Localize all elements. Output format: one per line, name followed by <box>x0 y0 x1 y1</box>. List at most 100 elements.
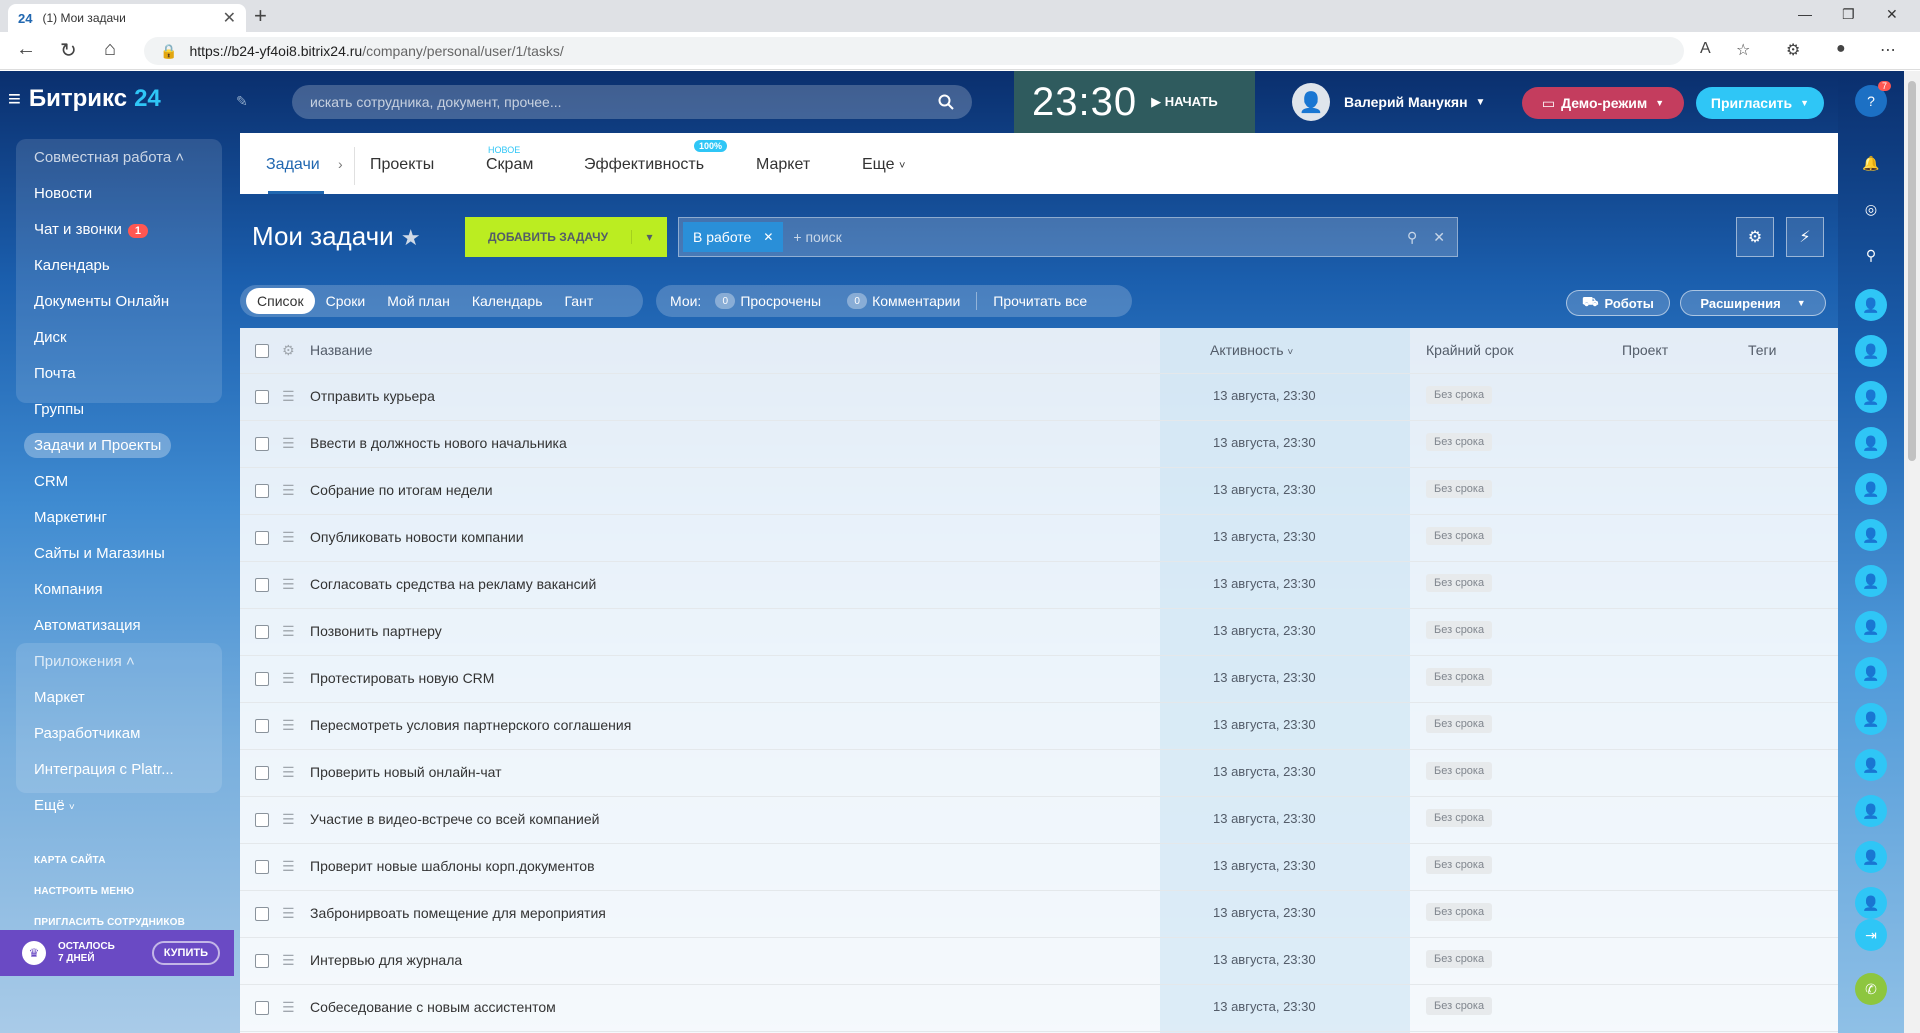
table-row[interactable]: ☰ Протестировать новую CRM 13 августа, 23:… <box>240 656 1838 703</box>
favorites-icon[interactable]: ☆ <box>1736 40 1750 60</box>
table-row[interactable]: ☰ Интервью для журнала 13 августа, 23:30 Бе… <box>240 938 1838 985</box>
comments-filter[interactable]: Комментарии <box>872 293 960 309</box>
rail-contact-avatar-icon[interactable]: 👤 <box>1855 473 1887 505</box>
task-deadline-badge[interactable]: Без срока <box>1426 809 1493 827</box>
add-task-dropdown-icon[interactable]: ▾ <box>631 230 667 244</box>
menu-group-header-collab[interactable]: Совместная работа ˄ <box>34 149 184 166</box>
close-tab-icon[interactable]: ✕ <box>223 8 236 28</box>
menu-item-sites[interactable]: Сайты и Магазины <box>34 545 165 562</box>
user-menu[interactable]: 👤 Валерий Манукян ▼ <box>1292 83 1485 121</box>
menu-item-news[interactable]: Новости <box>34 185 92 202</box>
task-name-link[interactable]: Ввести в должность нового начальника <box>310 435 567 451</box>
rail-contact-avatar-icon[interactable]: 👤 <box>1855 795 1887 827</box>
col-deadline-header[interactable]: Крайний срок <box>1426 342 1514 358</box>
extensions-button[interactable]: Расширения ▼ <box>1680 290 1826 316</box>
scrollbar-thumb[interactable] <box>1908 81 1916 461</box>
phone-icon[interactable]: ✆ <box>1855 973 1887 1005</box>
view-myplan[interactable]: Мой план <box>376 293 461 309</box>
row-menu-icon[interactable]: ☰ <box>282 529 295 546</box>
rail-search-icon[interactable]: ⚲ <box>1855 239 1887 271</box>
table-row[interactable]: ☰ Проверить новый онлайн-чат 13 августа, 2… <box>240 750 1838 797</box>
extensions-icon[interactable]: ⚙ <box>1786 40 1800 60</box>
new-tab-icon[interactable]: + <box>254 3 267 29</box>
task-deadline-badge[interactable]: Без срока <box>1426 668 1493 686</box>
close-window-icon[interactable]: ✕ <box>1886 6 1898 23</box>
robots-button[interactable]: ⛟ Роботы <box>1566 290 1670 316</box>
task-name-link[interactable]: Забронирвоать помещение для мероприятия <box>310 905 606 921</box>
task-name-link[interactable]: Собеседование с новым ассистентом <box>310 999 556 1015</box>
rail-contact-avatar-icon[interactable]: 👤 <box>1855 749 1887 781</box>
rail-contact-avatar-icon[interactable]: 👤 <box>1855 381 1887 413</box>
row-checkbox[interactable] <box>255 672 269 686</box>
task-name-link[interactable]: Позвонить партнеру <box>310 623 442 639</box>
task-name-link[interactable]: Протестировать новую CRM <box>310 670 494 686</box>
view-deadlines[interactable]: Сроки <box>315 293 377 309</box>
rail-contact-avatar-icon[interactable]: 👤 <box>1855 657 1887 689</box>
start-workday-button[interactable]: ▶ НАЧАТЬ <box>1151 94 1218 110</box>
tab-scrum[interactable]: Скрам <box>486 156 533 174</box>
back-icon[interactable]: ← <box>16 38 36 61</box>
row-checkbox[interactable] <box>255 813 269 827</box>
clear-filter-icon[interactable]: ✕ <box>1433 229 1445 246</box>
menu-item-disk[interactable]: Диск <box>34 329 67 346</box>
table-row[interactable]: ☰ Ввести в должность нового начальника 13 … <box>240 421 1838 468</box>
row-checkbox[interactable] <box>255 578 269 592</box>
view-list[interactable]: Список <box>246 288 315 314</box>
menu-item-market[interactable]: Маркет <box>34 689 85 706</box>
row-checkbox[interactable] <box>255 437 269 451</box>
row-checkbox[interactable] <box>255 390 269 404</box>
home-icon[interactable]: ⌂ <box>104 38 116 61</box>
tab-more[interactable]: Еще ˅ <box>862 156 905 174</box>
row-menu-icon[interactable]: ☰ <box>282 717 295 734</box>
rail-contact-avatar-icon[interactable]: 👤 <box>1855 887 1887 919</box>
help-icon[interactable]: ? 7 <box>1855 81 1891 117</box>
page-scrollbar[interactable] <box>1904 71 1920 1033</box>
row-checkbox[interactable] <box>255 954 269 968</box>
task-name-link[interactable]: Интервью для журнала <box>310 952 462 968</box>
tab-projects[interactable]: Проекты <box>370 156 434 174</box>
task-name-link[interactable]: Участие в видео-встрече со всей компание… <box>310 811 599 827</box>
filter-search-input[interactable]: В работе ✕ + поиск ⚲ ✕ <box>678 217 1458 257</box>
notifications-bell-icon[interactable]: 🔔 <box>1855 147 1887 179</box>
row-menu-icon[interactable]: ☰ <box>282 623 295 640</box>
chat-list-icon[interactable]: ◎ <box>1855 193 1887 225</box>
table-row[interactable]: ☰ Собеседование с новым ассистентом 13 авг… <box>240 985 1838 1032</box>
task-deadline-badge[interactable]: Без срока <box>1426 574 1493 592</box>
row-menu-icon[interactable]: ☰ <box>282 764 295 781</box>
table-row[interactable]: ☰ Проверит новые шаблоны корп.документов 1… <box>240 844 1838 891</box>
address-bar[interactable]: 🔒 https://b24-yf4oi8.bitrix24.ru/company… <box>144 37 1684 65</box>
demo-mode-button[interactable]: ▭ Демо-режим ▼ <box>1522 87 1684 119</box>
task-deadline-badge[interactable]: Без срока <box>1426 386 1493 404</box>
read-all-button[interactable]: Прочитать все <box>993 293 1087 309</box>
menu-item-docs[interactable]: Документы Онлайн <box>34 293 169 310</box>
row-checkbox[interactable] <box>255 860 269 874</box>
row-menu-icon[interactable]: ☰ <box>282 905 295 922</box>
rail-contact-avatar-icon[interactable]: 👤 <box>1855 427 1887 459</box>
browser-menu-icon[interactable]: ⋯ <box>1880 40 1896 60</box>
task-name-link[interactable]: Согласовать средства на рекламу вакансий <box>310 576 596 592</box>
col-tags-header[interactable]: Теги <box>1748 342 1776 358</box>
task-deadline-badge[interactable]: Без срока <box>1426 527 1493 545</box>
tab-market[interactable]: Маркет <box>756 156 810 174</box>
task-name-link[interactable]: Отправить курьера <box>310 388 435 404</box>
search-icon[interactable] <box>938 94 954 110</box>
restore-icon[interactable]: ❐ <box>1842 6 1855 23</box>
overdue-filter[interactable]: Просрочены <box>740 293 821 309</box>
logo[interactable]: ≡ Битрикс 24 <box>8 85 161 113</box>
task-name-link[interactable]: Пересмотреть условия партнерского соглаш… <box>310 717 631 733</box>
rail-contact-avatar-icon[interactable]: 👤 <box>1855 289 1887 321</box>
row-checkbox[interactable] <box>255 766 269 780</box>
table-row[interactable]: ☰ Опубликовать новости компании 13 августа… <box>240 515 1838 562</box>
row-checkbox[interactable] <box>255 1001 269 1015</box>
rail-contact-avatar-icon[interactable]: 👤 <box>1855 841 1887 873</box>
menu-burger-icon[interactable]: ≡ <box>8 86 21 112</box>
settings-gear-button[interactable]: ⚙ <box>1736 217 1774 257</box>
table-row[interactable]: ☰ Участие в видео-встрече со всей компани… <box>240 797 1838 844</box>
task-deadline-badge[interactable]: Без срока <box>1426 762 1493 780</box>
filter-chip[interactable]: В работе ✕ <box>683 222 784 252</box>
col-name-header[interactable]: Название <box>310 342 373 358</box>
add-task-button[interactable]: ДОБАВИТЬ ЗАДАЧУ ▾ <box>465 217 667 257</box>
row-menu-icon[interactable]: ☰ <box>282 858 295 875</box>
row-menu-icon[interactable]: ☰ <box>282 435 295 452</box>
menu-item-company[interactable]: Компания <box>34 581 103 598</box>
